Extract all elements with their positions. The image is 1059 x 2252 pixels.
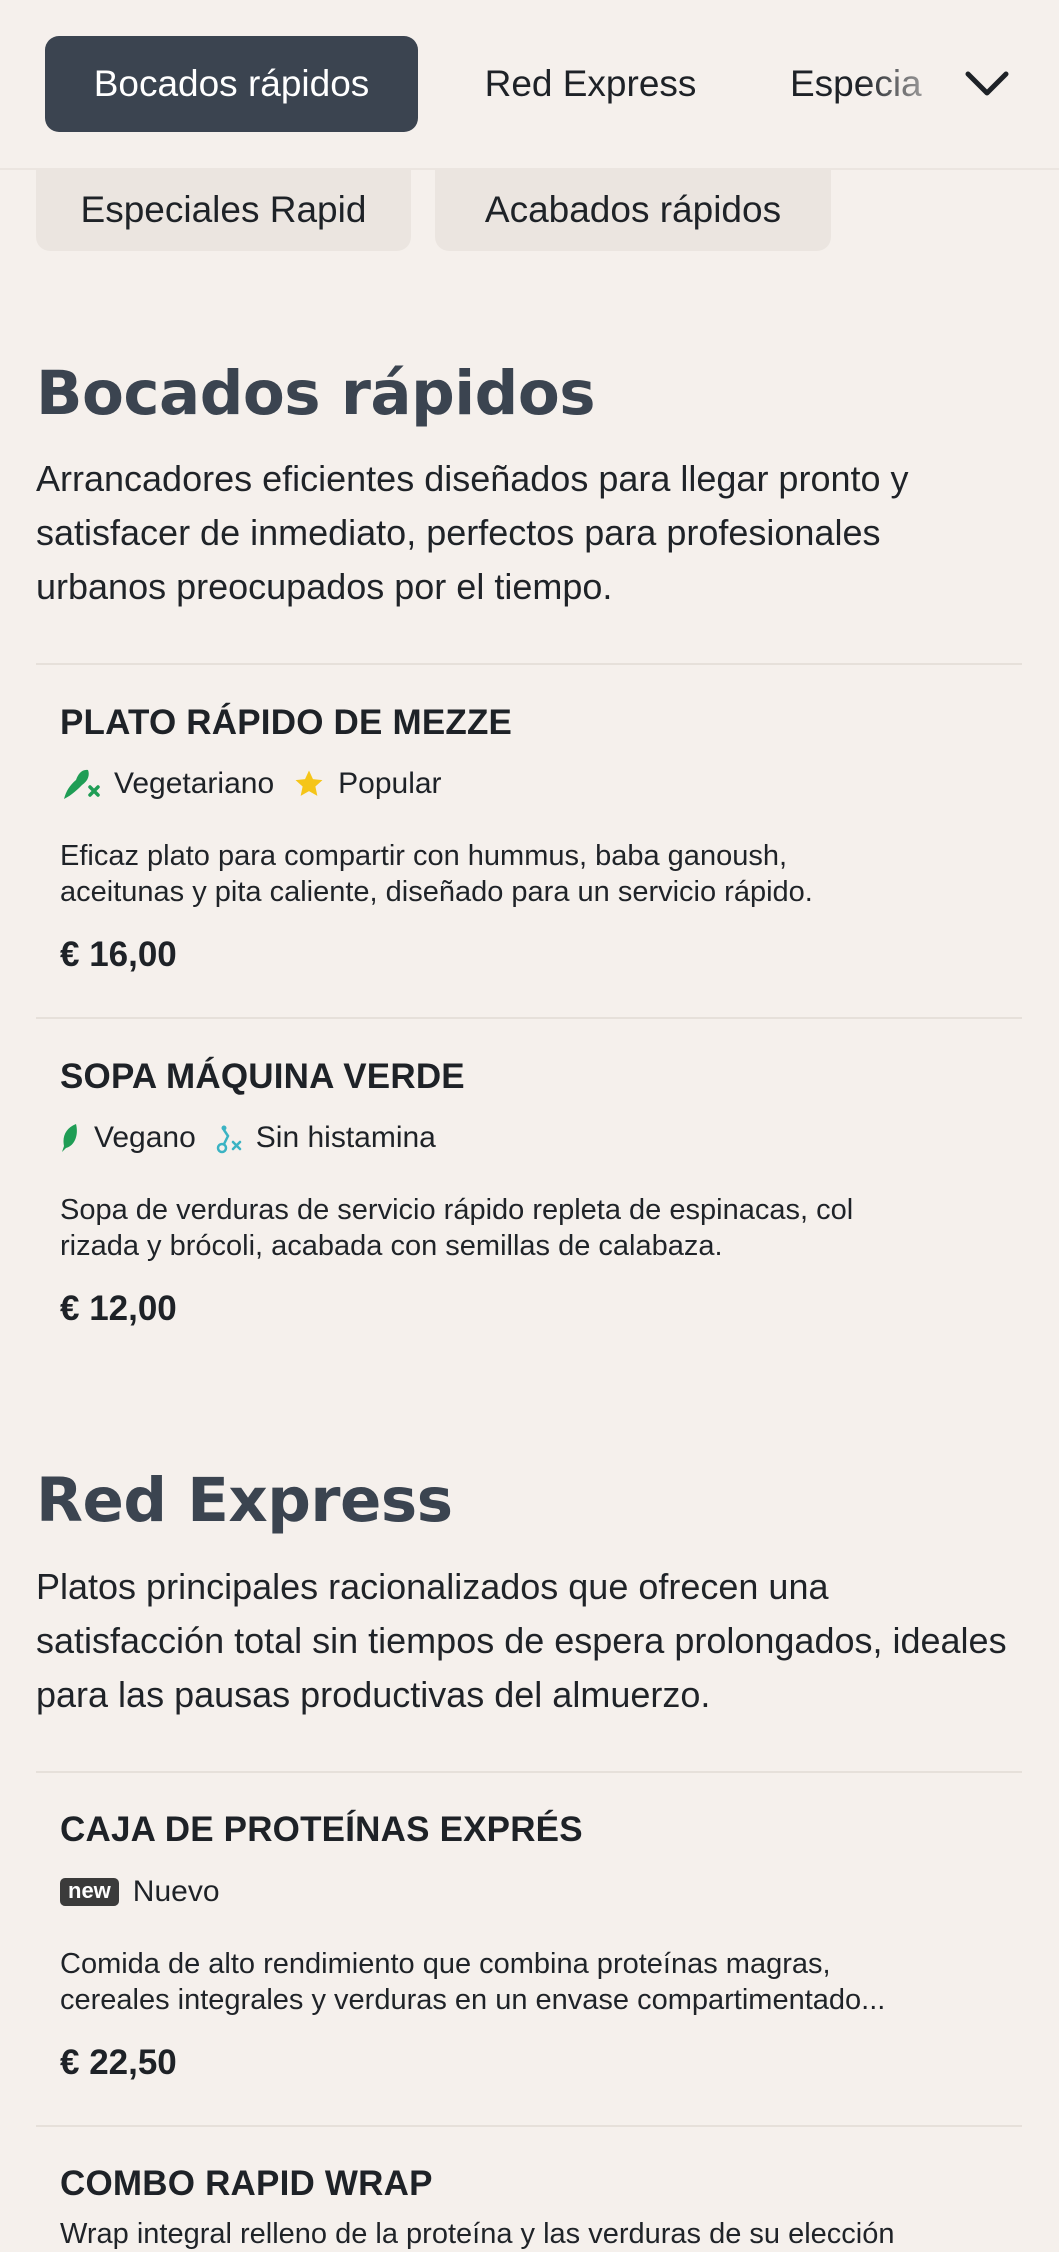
tab-red-express[interactable]: Red Express [448,36,733,132]
star-icon [295,770,323,796]
menu-item-price: € 12,00 [60,1289,177,1328]
section-description: Platos principales racionalizados que of… [36,1566,1007,1715]
section-title: Red Express [36,1465,453,1536]
menu-item-price: € 22,50 [60,2043,177,2082]
chevron-down-icon[interactable] [962,62,1012,106]
divider [36,1017,1022,1019]
tag-label: Popular [338,767,442,800]
vegetarian-icon [64,769,100,799]
menu-item-tags: Vegetariano Popular [60,764,460,804]
leaf-icon [62,1124,77,1152]
tag-new: new Nuevo [60,1875,220,1909]
description-line: Comida de alto rendimiento que combina p… [60,1948,831,1980]
menu-item-name[interactable]: COMBO RAPID WRAP [60,2164,433,2204]
tag-label: Nuevo [132,1875,220,1908]
category-nav: Bocados rápidos Red Express Especia [0,0,1059,170]
tab-bocados-rapidos[interactable]: Bocados rápidos [45,36,418,132]
nav-fade-overlay [860,0,1059,166]
tag-label: Sin histamina [255,1121,436,1154]
pill-acabados-rapidos[interactable]: Acabados rápidos [435,168,831,251]
description-line: cereales integrales y verduras en un env… [60,1984,886,2016]
menu-item-name[interactable]: CAJA DE PROTEÍNAS EXPRÉS [60,1810,583,1850]
divider [36,2125,1022,2127]
tag-histamine-free: Sin histamina [214,1121,436,1155]
menu-item-description: Wrap integral relleno de la proteína y l… [60,2216,1000,2252]
menu-item-tags: Vegano Sin histamina [60,1118,454,1158]
tag-vegan: Vegano [60,1121,196,1155]
tag-vegetarian: Vegetariano [60,765,274,803]
histamine-free-icon [216,1125,242,1154]
menu-item-name[interactable]: SOPA MÁQUINA VERDE [60,1057,465,1097]
menu-item-description: Comida de alto rendimiento que combina p… [60,1946,1000,2018]
description-line: Wrap integral relleno de la proteína y l… [60,2218,895,2250]
menu-item-price: € 16,00 [60,935,177,974]
section-description: Arrancadores eficientes diseñados para l… [36,458,909,607]
tag-label: Vegetariano [114,767,275,800]
description-line: rizada y brócoli, acabada con semillas d… [60,1230,723,1262]
menu-item-description: Eficaz plato para compartir con hummus, … [60,838,1000,910]
tag-label: Vegano [94,1121,196,1154]
divider [36,1771,1022,1773]
menu-item-name[interactable]: PLATO RÁPIDO DE MEZZE [60,703,512,743]
menu-item-tags: new Nuevo [60,1872,238,1912]
section-title: Bocados rápidos [36,358,596,429]
description-line: aceitunas y pita caliente, diseñado para… [60,876,813,908]
tag-popular: Popular [292,767,442,801]
divider [36,663,1022,665]
menu-item-description: Sopa de verduras de servicio rápido repl… [60,1192,1000,1264]
pill-especiales-rapid[interactable]: Especiales Rapid [36,168,411,251]
description-line: Sopa de verduras de servicio rápido repl… [60,1194,854,1226]
description-line: Eficaz plato para compartir con hummus, … [60,840,788,872]
new-badge: new [60,1878,119,1906]
